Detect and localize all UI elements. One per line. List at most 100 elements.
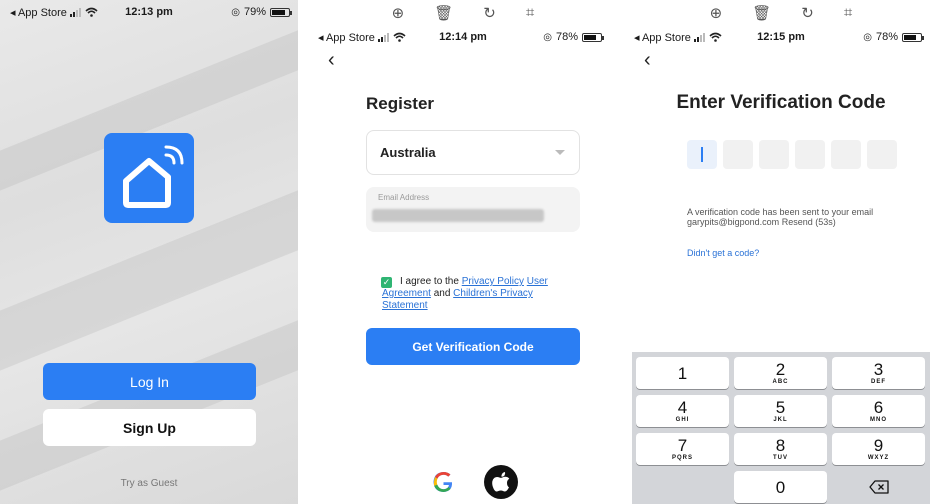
- key-digit: 8: [775, 436, 786, 455]
- wifi-icon: [393, 32, 406, 42]
- key-6[interactable]: 6 MNO: [832, 395, 925, 427]
- code-digit-2[interactable]: [723, 140, 753, 169]
- zoom-in-icon[interactable]: ⊕: [710, 4, 723, 22]
- back-chevron-icon[interactable]: ‹: [328, 50, 335, 70]
- code-digit-6[interactable]: [867, 140, 897, 169]
- get-verification-code-button[interactable]: Get Verification Code: [366, 328, 580, 365]
- key-9[interactable]: 9 WXYZ: [832, 433, 925, 465]
- didnt-get-code-link[interactable]: Didn't get a code?: [687, 248, 759, 258]
- page-title: Enter Verification Code: [676, 92, 886, 113]
- country-select[interactable]: Australia: [366, 130, 580, 175]
- trash-icon[interactable]: 🗑: [752, 4, 771, 22]
- page-title: Register: [366, 94, 435, 113]
- key-letters: GHI: [675, 417, 690, 423]
- signal-icon: [69, 7, 81, 17]
- back-to-app-store[interactable]: ◂ App Store: [318, 31, 406, 44]
- code-digit-5[interactable]: [831, 140, 861, 169]
- agree-prefix: I agree to the: [400, 276, 462, 287]
- backspace-icon[interactable]: [832, 471, 925, 503]
- code-digit-4[interactable]: [795, 140, 825, 169]
- signal-icon: [693, 32, 705, 42]
- key-digit: 2: [775, 360, 786, 379]
- key-0[interactable]: 0: [734, 471, 827, 503]
- key-8[interactable]: 8 TUV: [734, 433, 827, 465]
- status-bar: ◂ App Store 12:14 pm ◎ 78%: [316, 27, 610, 47]
- sent-message: A verification code has been sent to you…: [687, 207, 917, 227]
- battery-percent: 79%: [243, 6, 266, 18]
- key-digit: 0: [775, 477, 786, 497]
- key-digit: 7: [677, 436, 688, 455]
- key-digit: 6: [873, 398, 884, 417]
- key-digit: 5: [775, 398, 786, 417]
- back-chevron-icon[interactable]: ‹: [644, 50, 651, 70]
- key-letters: ABC: [772, 379, 789, 385]
- key-digit: 3: [873, 360, 884, 379]
- verification-screen: ⊕ 🗑 ↻ ⌗ ◂ App Store 12:15 pm ◎ 78% ‹ Ent…: [632, 0, 930, 504]
- key-blank: [636, 471, 729, 503]
- code-input-row[interactable]: [687, 140, 897, 169]
- rotate-icon[interactable]: ↻: [801, 4, 814, 22]
- redacted-email: [372, 209, 544, 222]
- zoom-in-icon[interactable]: ⊕: [392, 4, 405, 22]
- key-letters: MNO: [870, 417, 887, 423]
- wifi-icon: [709, 32, 722, 42]
- photo-edit-toolbar: ⊕ 🗑 ↻ ⌗: [632, 4, 930, 22]
- try-as-guest-link[interactable]: Try as Guest: [0, 478, 298, 489]
- status-bar: ◂ App Store 12:15 pm ◎ 78%: [632, 27, 930, 47]
- key-1[interactable]: 1: [636, 357, 729, 389]
- agreement-text: ✓ I agree to the Privacy Policy User Agr…: [381, 276, 578, 312]
- status-bar: ◂ App Store 12:13 pm ◎ 79%: [0, 2, 298, 22]
- key-letters: PQRS: [671, 455, 693, 461]
- key-7[interactable]: 7 PQRS: [636, 433, 729, 465]
- carrier-label: ◂ App Store: [10, 6, 67, 19]
- country-value: Australia: [380, 145, 436, 160]
- carrier-label: ◂ App Store: [318, 31, 375, 44]
- carrier-label: ◂ App Store: [634, 31, 691, 44]
- location-icon: ◎: [231, 6, 240, 18]
- crop-icon[interactable]: ⌗: [526, 4, 534, 22]
- numeric-keypad: 1 2 ABC 3 DEF 4 GHI 5 JKL 6 MNO 7 PQRS 8 TUV 9W…: [632, 352, 930, 504]
- key-digit: 9: [873, 436, 884, 455]
- apple-icon[interactable]: [484, 465, 518, 499]
- photo-edit-toolbar: ⊕ 🗑 ↻ ⌗: [316, 4, 610, 22]
- location-icon: ◎: [543, 31, 552, 43]
- key-digit: 4: [677, 398, 688, 417]
- location-icon: ◎: [863, 31, 872, 43]
- key-letters: JKL: [773, 417, 788, 423]
- key-letters: DEF: [871, 379, 886, 385]
- login-button[interactable]: Log In: [43, 363, 256, 400]
- back-to-app-store[interactable]: ◂ App Store: [10, 6, 98, 19]
- agree-checkbox[interactable]: ✓: [381, 277, 392, 288]
- key-letters: WXYZ: [867, 455, 890, 461]
- key-2[interactable]: 2 ABC: [734, 357, 827, 389]
- login-screen: ◂ App Store 12:13 pm ◎ 79% Log In Sign U…: [0, 0, 298, 504]
- sent-message-text: A verification code has been sent to you…: [687, 207, 874, 227]
- code-digit-1[interactable]: [687, 140, 717, 169]
- email-field[interactable]: Email Address: [366, 187, 580, 232]
- email-label: Email Address: [378, 193, 430, 202]
- agree-and: and: [430, 288, 454, 299]
- key-4[interactable]: 4 GHI: [636, 395, 729, 427]
- back-to-app-store[interactable]: ◂ App Store: [634, 31, 722, 44]
- key-letters: TUV: [773, 455, 788, 461]
- battery-icon: [270, 7, 292, 17]
- rotate-icon[interactable]: ↻: [483, 4, 496, 22]
- signup-button[interactable]: Sign Up: [43, 409, 256, 446]
- signal-icon: [377, 32, 389, 42]
- google-icon[interactable]: [426, 465, 460, 499]
- key-3[interactable]: 3 DEF: [832, 357, 925, 389]
- crop-icon[interactable]: ⌗: [844, 4, 852, 22]
- trash-icon[interactable]: 🗑: [434, 4, 453, 22]
- key-digit: 1: [677, 363, 688, 383]
- privacy-policy-link[interactable]: Privacy Policy: [462, 276, 524, 287]
- smart-home-icon: [104, 133, 194, 223]
- battery-percent: 78%: [875, 31, 898, 43]
- register-screen: ⊕ 🗑 ↻ ⌗ ◂ App Store 12:14 pm ◎ 78% ‹ Reg…: [316, 0, 610, 504]
- key-5[interactable]: 5 JKL: [734, 395, 827, 427]
- chevron-down-icon: [555, 150, 565, 155]
- battery-icon: [582, 32, 604, 42]
- battery-percent: 78%: [555, 31, 578, 43]
- resend-countdown[interactable]: Resend (53s): [782, 217, 836, 227]
- battery-icon: [902, 32, 924, 42]
- code-digit-3[interactable]: [759, 140, 789, 169]
